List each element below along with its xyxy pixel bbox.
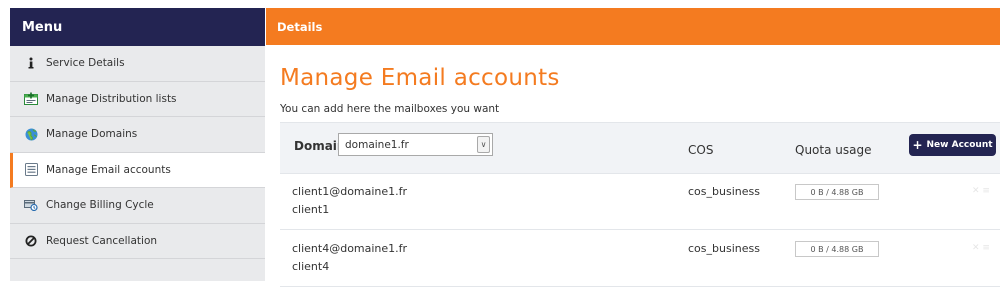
cancel-icon	[24, 234, 38, 248]
account-cos: cos_business	[688, 185, 760, 198]
new-account-button[interactable]: + New Account	[909, 134, 996, 156]
domain-select[interactable]: domaine1.fr ∨	[338, 133, 493, 156]
sidebar-item-label: Request Cancellation	[46, 234, 158, 247]
row-actions[interactable]: ✕ ≡	[972, 186, 990, 196]
quota-column-header: Quota usage	[795, 143, 872, 157]
sidebar-item-billing-cycle[interactable]: Change Billing Cycle	[10, 188, 265, 224]
sidebar-item-request-cancellation[interactable]: Request Cancellation	[10, 224, 265, 259]
plus-icon: +	[912, 138, 923, 152]
sidebar-item-label: Service Details	[46, 57, 125, 70]
sidebar-item-label: Manage Email accounts	[46, 163, 171, 176]
table-header: Domain domaine1.fr ∨ COS Quota usage + N…	[280, 122, 1000, 174]
sidebar-item-label: Change Billing Cycle	[46, 199, 154, 212]
account-cos: cos_business	[688, 242, 760, 255]
sidebar-item-service-details[interactable]: Service Details	[10, 46, 265, 82]
sidebar-item-label: Manage Domains	[46, 128, 138, 141]
quota-usage-badge: 0 B / 4.88 GB	[795, 184, 879, 200]
account-username: client4	[292, 260, 330, 273]
sidebar-item-distribution-lists[interactable]: Manage Distribution lists	[10, 82, 265, 117]
details-header: Details	[266, 8, 1000, 45]
sidebar-item-email-accounts[interactable]: Manage Email accounts	[10, 152, 265, 188]
delete-icon[interactable]: ✕	[972, 243, 980, 253]
new-account-label: New Account	[926, 140, 993, 150]
edit-icon[interactable]: ≡	[982, 186, 990, 196]
page-title: Manage Email accounts	[280, 65, 560, 91]
sidebar: Menu Service Details Manage Distribution…	[10, 8, 265, 281]
quota-usage-badge: 0 B / 4.88 GB	[795, 241, 879, 257]
sidebar-item-label: Manage Distribution lists	[46, 92, 177, 105]
table-row: client4@domaine1.fr client4 cos_business…	[280, 230, 1000, 287]
page-subtitle: You can add here the mailboxes you want	[280, 103, 500, 115]
delete-icon[interactable]: ✕	[972, 186, 980, 196]
sidebar-item-domains[interactable]: Manage Domains	[10, 117, 265, 153]
info-icon	[24, 56, 38, 70]
domain-select-value: domaine1.fr	[345, 138, 409, 151]
menu-header: Menu	[10, 8, 265, 46]
billing-cycle-icon	[24, 198, 38, 212]
account-username: client1	[292, 203, 330, 216]
table-row: client1@domaine1.fr client1 cos_business…	[280, 173, 1000, 230]
account-email[interactable]: client1@domaine1.fr	[292, 185, 407, 198]
edit-icon[interactable]: ≡	[982, 243, 990, 253]
globe-icon	[24, 127, 38, 141]
main-panel: Details Manage Email accounts You can ad…	[266, 8, 1000, 287]
account-email[interactable]: client4@domaine1.fr	[292, 242, 407, 255]
email-accounts-icon	[24, 163, 38, 177]
cos-column-header: COS	[688, 143, 714, 157]
row-actions[interactable]: ✕ ≡	[972, 243, 990, 253]
chevron-down-icon[interactable]: ∨	[477, 136, 490, 153]
distribution-list-icon	[24, 92, 38, 106]
